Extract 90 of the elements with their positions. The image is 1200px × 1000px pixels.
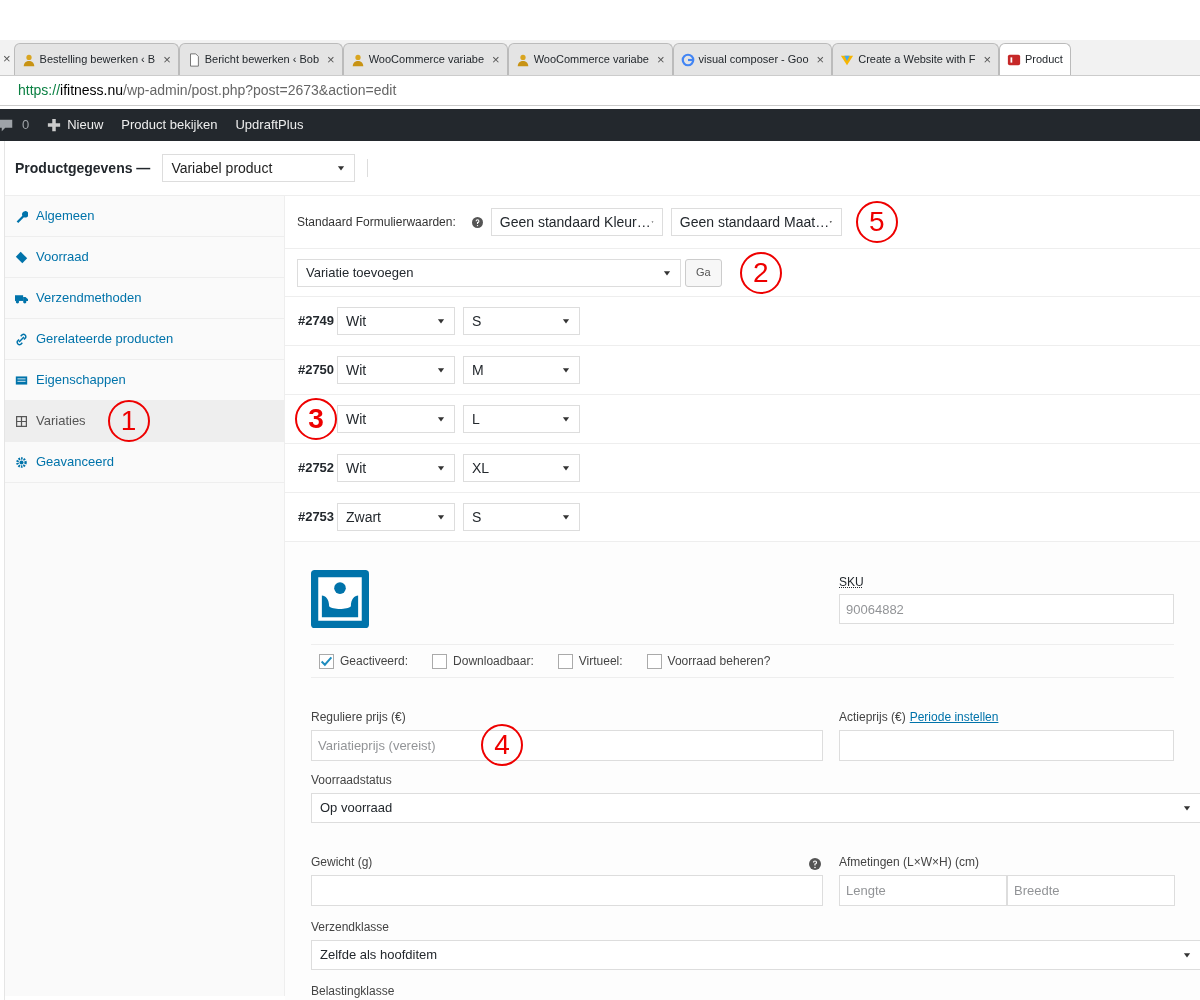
comment-icon [0,118,14,132]
sale-price-field[interactable] [839,730,1174,761]
field-label: Verzendklasse [311,919,391,936]
link-icon [15,332,28,346]
go-button[interactable]: Ga [685,258,722,287]
select-field[interactable]: S [463,503,580,531]
field-label: Gewicht (g) [311,854,373,871]
variation-id: #2752 [297,459,335,478]
dimension-field[interactable]: Lengte [839,875,1007,906]
select-field[interactable]: Zelfde als hoofditem [311,940,1200,970]
select-field[interactable]: Geen standaard Maat… [670,208,842,236]
variation-id: #2749 [297,312,335,331]
tab-close-button[interactable]: × [656,49,665,70]
select-field[interactable]: Wit [337,405,455,433]
admin-bar-link[interactable]: UpdraftPlus [235,115,304,135]
list-icon [15,373,28,387]
select-field[interactable]: Variatie toevoegen [297,258,681,287]
plus-icon [47,118,62,132]
defaults-label: Standaard Formulierwaarden: [297,214,456,231]
variation-id: #2750 [297,361,335,380]
browser-tab[interactable]: Bericht bewerken ‹ Bob × [178,43,343,75]
field-label: Afmetingen (L×W×H) (cm) [839,854,981,871]
browser-tab[interactable]: Bestelling bewerken ‹ B × [13,43,179,75]
select-field[interactable]: Wit [337,454,455,482]
select-field[interactable]: Wit [337,307,455,335]
help-icon [471,216,483,228]
select-field[interactable]: Zwart [337,503,455,531]
checkbox-label: Geactiveerd: [340,653,409,670]
gear-icon [15,455,28,469]
image-placeholder-icon [311,570,369,628]
tab-close-button[interactable]: × [492,49,500,70]
grid-icon [15,414,28,428]
checkbox-label: Downloadbaar: [453,653,534,670]
field-label: Reguliere prijs (€) [311,709,407,726]
select-field[interactable]: XL [463,454,580,482]
browser-tab[interactable]: Create a Website with F × [832,43,999,75]
select-field[interactable]: S [463,307,580,335]
select-field[interactable]: L [463,405,580,433]
dimension-field[interactable]: Breedte [1007,875,1175,906]
wrench-icon [15,209,28,223]
favicon-icon [680,52,695,67]
tag-icon [15,250,28,264]
variation-id: #2753 [297,508,335,527]
checkbox[interactable] [557,653,573,669]
select-field[interactable]: Wit [337,356,455,384]
favicon-icon [350,52,365,67]
help-icon [809,858,821,870]
tab-close-button[interactable]: × [983,49,991,70]
annotation-number: 2 [739,251,782,294]
tab-close-button[interactable]: × [0,43,14,75]
favicon-icon [21,52,36,67]
sidebar-tab[interactable]: Geavanceerd [5,442,284,483]
checkbox-label: Virtueel: [578,653,623,670]
tab-close-button[interactable]: × [163,49,171,70]
checkbox[interactable] [319,653,334,669]
favicon-icon [1007,52,1021,67]
checkbox-label: Voorraad beheren? [667,653,771,670]
checkbox[interactable] [646,653,662,669]
annotation-number: 1 [107,400,150,442]
browser-tab[interactable]: WooCommerce variabe × [342,43,508,75]
sidebar-tab[interactable]: Variaties 1 [5,401,284,442]
field-label: Actieprijs (€) [839,709,906,726]
browser-tab[interactable]: WooCommerce variabe × [507,43,673,75]
sidebar-tab[interactable]: Verzendmethoden [5,278,284,319]
sku-field[interactable]: 90064882 [839,594,1174,624]
annotation-number: 4 [481,724,523,766]
admin-bar-link[interactable]: Product bekijken [121,115,218,135]
field-label: Belastingklasse [311,983,396,1000]
new-link[interactable]: Nieuw [67,115,104,135]
select-field[interactable]: Op voorraad [311,793,1200,823]
address-bar[interactable]: https://ifitness.nu/wp-admin/post.php?post=2673&action=edit [18,80,397,101]
annotation-number: 5 [855,201,898,243]
select-field[interactable]: M [463,356,580,384]
comment-count[interactable]: 0 [22,115,30,135]
select-field[interactable]: Variabel product [162,154,356,182]
checkbox[interactable] [432,653,448,669]
sidebar-tab[interactable]: Gerelateerde producten [5,319,284,360]
sku-label: SKU [839,574,865,591]
field-label: Voorraadstatus [311,772,393,789]
weight-field[interactable] [311,875,823,906]
schedule-link[interactable]: Periode instellen [909,708,999,726]
tab-close-button[interactable]: × [816,49,825,70]
sidebar-tab[interactable]: Voorraad [5,237,284,278]
panel-title: Productgegevens — [15,158,151,178]
select-field[interactable]: Geen standaard Kleur… [490,208,663,236]
sidebar-tab[interactable]: Algemeen [5,196,284,237]
browser-tab[interactable]: visual composer - Goo × [672,43,833,75]
tab-close-button[interactable]: × [327,49,335,70]
favicon-icon [515,52,530,67]
browser-tab[interactable]: Product [999,43,1071,75]
